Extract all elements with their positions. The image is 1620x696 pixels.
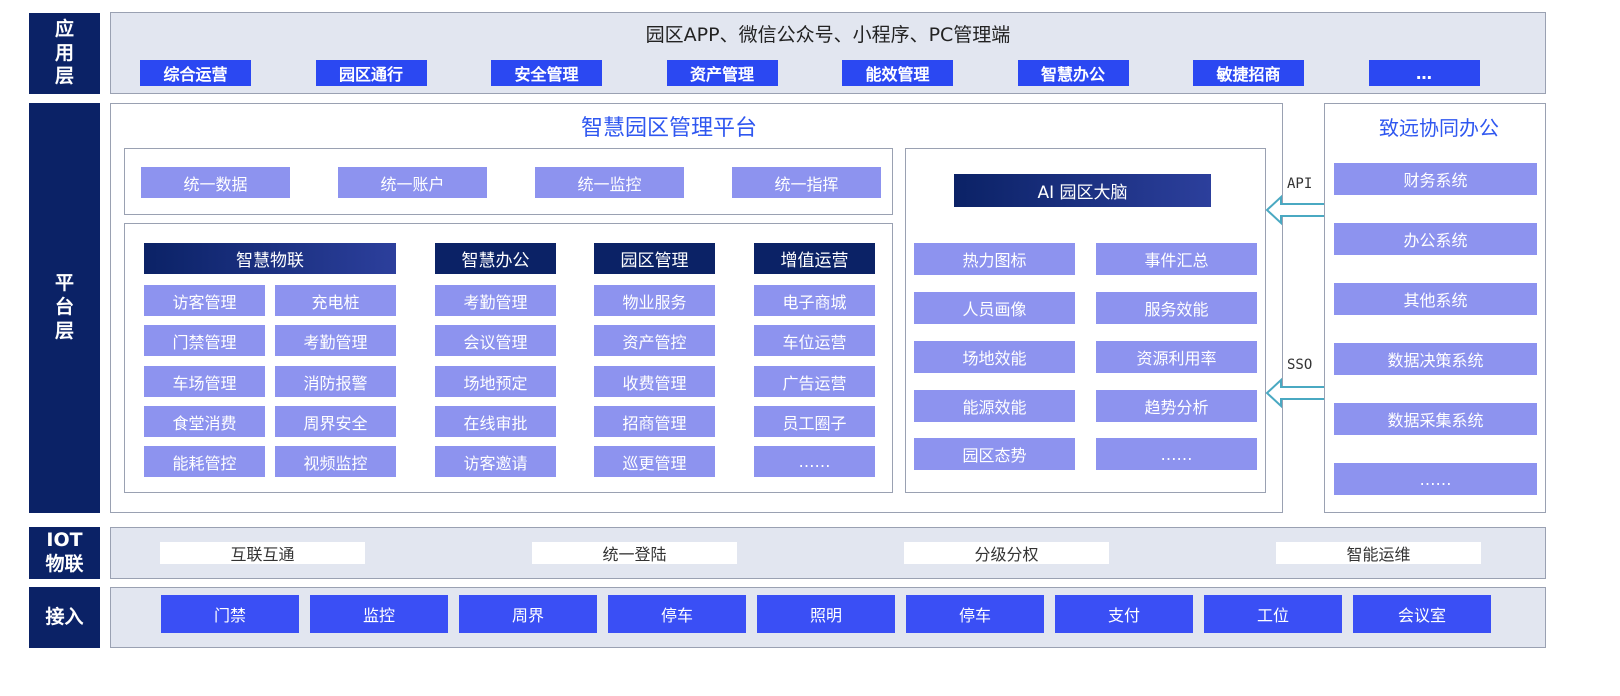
module-item[interactable]: 车位运营 (754, 325, 875, 356)
api-label: API (1287, 176, 1313, 192)
sso-label: SSO (1287, 357, 1313, 373)
layer-label-access: 接入 (29, 587, 100, 648)
app-button[interactable]: 安全管理 (491, 60, 602, 86)
access-item[interactable]: 工位 (1204, 595, 1342, 633)
unified-tile[interactable]: 统一监控 (535, 167, 684, 198)
collab-tile[interactable]: 数据决策系统 (1334, 343, 1537, 375)
module-item[interactable]: 食堂消费 (144, 406, 265, 437)
collab-tile[interactable]: 其他系统 (1334, 283, 1537, 315)
access-item[interactable]: 会议室 (1353, 595, 1491, 633)
app-layer-title: 园区APP、微信公众号、小程序、PC管理端 (645, 24, 1011, 46)
collab-tile[interactable]: …… (1334, 463, 1537, 495)
access-item[interactable]: 停车 (608, 595, 746, 633)
access-item[interactable]: 门禁 (161, 595, 299, 633)
layer-label-iot: IOT物联 (29, 527, 100, 579)
layer-label-platform-text: 平台层 (54, 272, 74, 342)
platform-title: 智慧园区管理平台 (580, 116, 757, 141)
module-item[interactable]: 物业服务 (594, 285, 715, 316)
collab-tile[interactable]: 财务系统 (1334, 163, 1537, 195)
module-item[interactable]: 收费管理 (594, 366, 715, 397)
unified-tile[interactable]: 统一数据 (141, 167, 290, 198)
ai-brain-tile[interactable]: 场地效能 (914, 341, 1075, 373)
module-item[interactable]: 电子商城 (754, 285, 875, 316)
access-item[interactable]: 照明 (757, 595, 895, 633)
module-header: 园区管理 (594, 243, 715, 274)
access-item[interactable]: 停车 (906, 595, 1044, 633)
module-item[interactable]: 广告运营 (754, 366, 875, 397)
module-item[interactable]: …… (754, 446, 875, 477)
app-button[interactable]: 能效管理 (842, 60, 953, 86)
module-header: 增值运营 (754, 243, 875, 274)
app-button[interactable]: 园区通行 (315, 60, 427, 86)
module-item[interactable]: 员工圈子 (754, 406, 875, 437)
module-item[interactable]: 访客邀请 (435, 446, 556, 477)
module-item[interactable]: 在线审批 (435, 406, 556, 437)
iot-item[interactable]: 分级分权 (904, 542, 1109, 564)
unified-tile[interactable]: 统一账户 (338, 167, 487, 198)
access-item[interactable]: 周界 (459, 595, 597, 633)
module-item[interactable]: 考勤管理 (435, 285, 556, 316)
app-button[interactable]: 智慧办公 (1017, 60, 1129, 86)
app-button[interactable]: 资产管理 (666, 60, 778, 86)
ai-brain-tile[interactable]: 热力图标 (914, 243, 1075, 275)
module-item[interactable]: 周界安全 (275, 406, 396, 437)
ai-brain-tile[interactable]: 资源利用率 (1096, 341, 1257, 373)
access-item[interactable]: 支付 (1055, 595, 1193, 633)
iot-item[interactable]: 统一登陆 (532, 542, 737, 564)
layer-label-app-text: 应用层 (54, 17, 74, 88)
collab-tile[interactable]: 办公系统 (1334, 223, 1537, 255)
module-item[interactable]: 招商管理 (594, 406, 715, 437)
ai-brain-tile[interactable]: 能源效能 (914, 390, 1075, 422)
module-item[interactable]: 车场管理 (144, 366, 265, 397)
module-item[interactable]: 巡更管理 (594, 446, 715, 477)
ai-brain-header: AI 园区大脑 (954, 174, 1211, 207)
layer-label-app: 应用层 (29, 13, 100, 94)
app-button[interactable]: 综合运营 (140, 60, 251, 86)
module-item[interactable]: 门禁管理 (144, 325, 265, 356)
module-item[interactable]: 消防报警 (275, 366, 396, 397)
module-header: 智慧办公 (435, 243, 556, 274)
module-header: 智慧物联 (144, 243, 396, 274)
module-item[interactable]: 视频监控 (275, 446, 396, 477)
unified-tile[interactable]: 统一指挥 (732, 167, 881, 198)
iot-item[interactable]: 互联互通 (160, 542, 365, 564)
module-item[interactable]: 能耗管控 (144, 446, 265, 477)
ai-brain-tile[interactable]: 人员画像 (914, 292, 1075, 324)
collab-title: 致远协同办公 (1379, 116, 1499, 140)
module-item[interactable]: 资产管控 (594, 325, 715, 356)
collab-tile[interactable]: 数据采集系统 (1334, 403, 1537, 435)
ai-brain-tile[interactable]: …… (1096, 438, 1257, 470)
layer-label-access-text: 接入 (45, 605, 84, 628)
module-item[interactable]: 场地预定 (435, 366, 556, 397)
layer-label-iot-text: IOT物联 (45, 529, 84, 575)
ai-brain-tile[interactable]: 园区态势 (914, 438, 1075, 470)
ai-brain-tile[interactable]: 趋势分析 (1096, 390, 1257, 422)
ai-brain-tile[interactable]: 服务效能 (1096, 292, 1257, 324)
access-item[interactable]: 监控 (310, 595, 448, 633)
iot-item[interactable]: 智能运维 (1276, 542, 1481, 564)
module-item[interactable]: 访客管理 (144, 285, 265, 316)
module-item[interactable]: 充电桩 (275, 285, 396, 316)
layer-label-platform: 平台层 (29, 103, 100, 513)
module-item[interactable]: 会议管理 (435, 325, 556, 356)
app-button[interactable]: … (1368, 60, 1480, 86)
app-button[interactable]: 敏捷招商 (1193, 60, 1304, 86)
module-item[interactable]: 考勤管理 (275, 325, 396, 356)
ai-brain-tile[interactable]: 事件汇总 (1096, 243, 1257, 275)
